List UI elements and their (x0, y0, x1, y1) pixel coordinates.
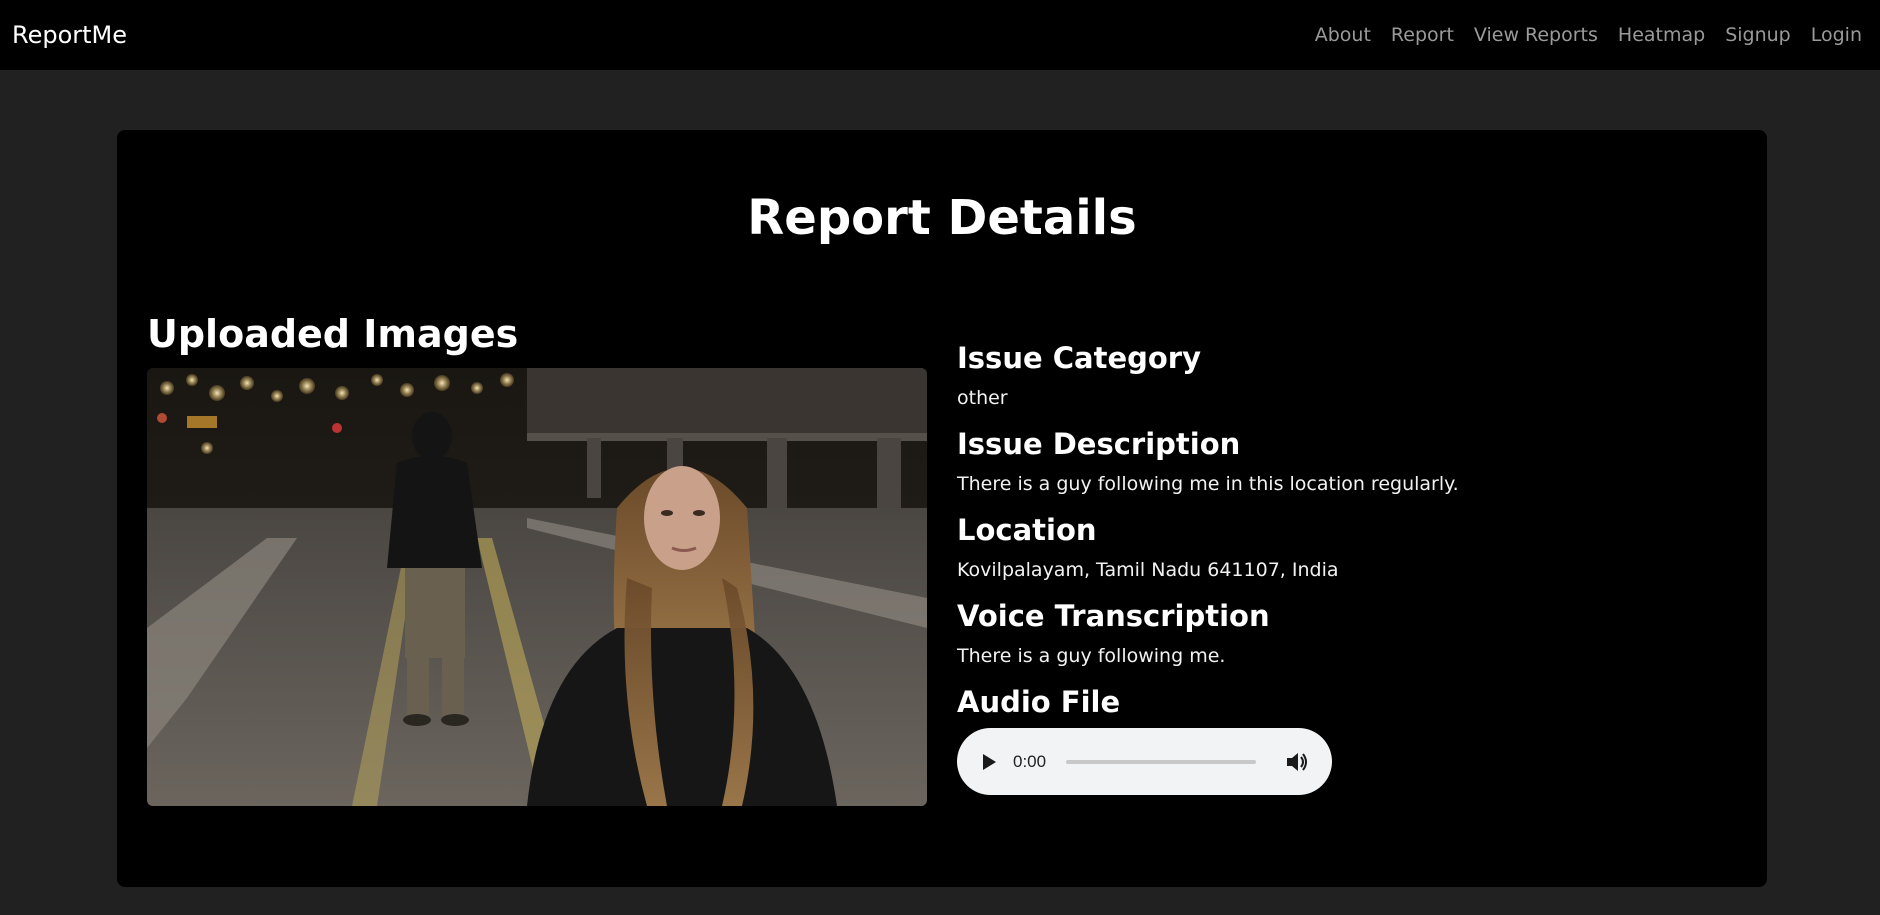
location-heading: Location (957, 513, 1097, 547)
nav-link-view-reports[interactable]: View Reports (1474, 24, 1598, 46)
uploaded-image[interactable] (147, 368, 927, 806)
audio-player[interactable]: 0:00 (957, 728, 1332, 795)
audio-progress-bar[interactable] (1066, 759, 1257, 764)
uploaded-images-heading: Uploaded Images (147, 312, 519, 356)
report-card: Report Details Uploaded Images Issue Cat… (117, 130, 1767, 887)
nav-link-about[interactable]: About (1315, 24, 1371, 46)
night-street-photo-icon (147, 368, 927, 806)
issue-category-heading: Issue Category (957, 341, 1201, 375)
location-value: Kovilpalayam, Tamil Nadu 641107, India (957, 559, 1339, 581)
nav-links: About Report View Reports Heatmap Signup… (1315, 24, 1868, 46)
voice-transcription-value: There is a guy following me. (957, 645, 1226, 667)
nav-link-signup[interactable]: Signup (1725, 24, 1791, 46)
report-details: Issue Category other Issue Description T… (957, 340, 1657, 795)
navbar: ReportMe About Report View Reports Heatm… (0, 0, 1880, 70)
issue-category-value: other (957, 387, 1008, 409)
issue-description-value: There is a guy following me in this loca… (957, 473, 1459, 495)
nav-link-login[interactable]: Login (1811, 24, 1862, 46)
uploaded-images-section: Uploaded Images (147, 312, 927, 806)
issue-description-heading: Issue Description (957, 427, 1241, 461)
brand-link[interactable]: ReportMe (12, 21, 127, 49)
nav-link-report[interactable]: Report (1391, 24, 1454, 46)
audio-time: 0:00 (1013, 751, 1047, 771)
audio-file-heading: Audio File (957, 685, 1121, 719)
volume-icon[interactable] (1284, 749, 1310, 775)
page-title: Report Details (747, 190, 1137, 246)
nav-link-heatmap[interactable]: Heatmap (1618, 24, 1705, 46)
voice-transcription-heading: Voice Transcription (957, 599, 1270, 633)
play-icon[interactable] (977, 750, 1001, 774)
